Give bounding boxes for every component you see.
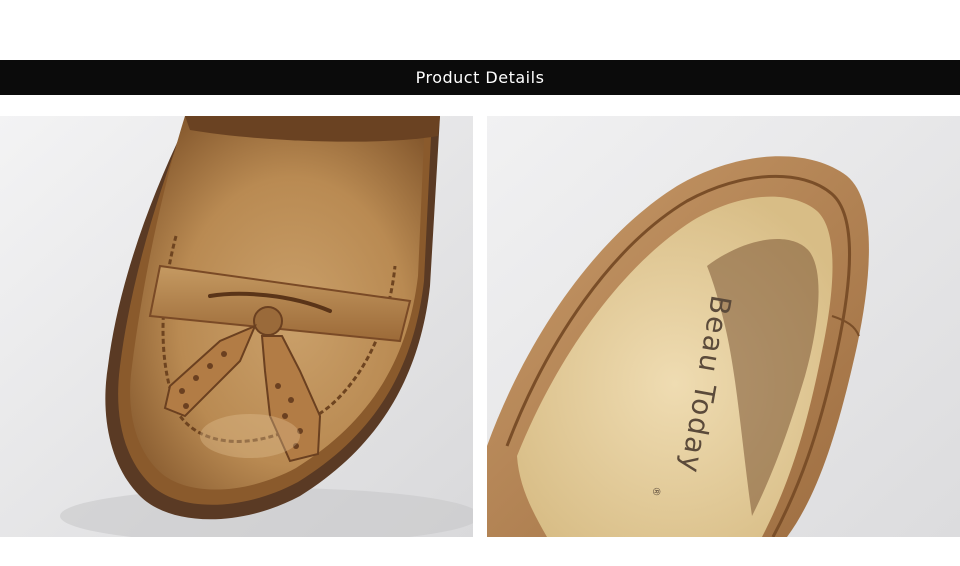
product-photo-toe-closeup <box>0 116 473 537</box>
toe-closeup-illustration <box>0 116 473 537</box>
insole-closeup-illustration: Beau Today ® <box>487 116 960 537</box>
section-header-bar: Product Details <box>0 60 960 95</box>
top-whitespace <box>0 0 960 60</box>
registered-mark: ® <box>649 485 662 497</box>
leather-highlight <box>200 414 300 458</box>
product-photo-insole-closeup: Beau Today ® <box>487 116 960 537</box>
section-title: Product Details <box>415 68 545 87</box>
